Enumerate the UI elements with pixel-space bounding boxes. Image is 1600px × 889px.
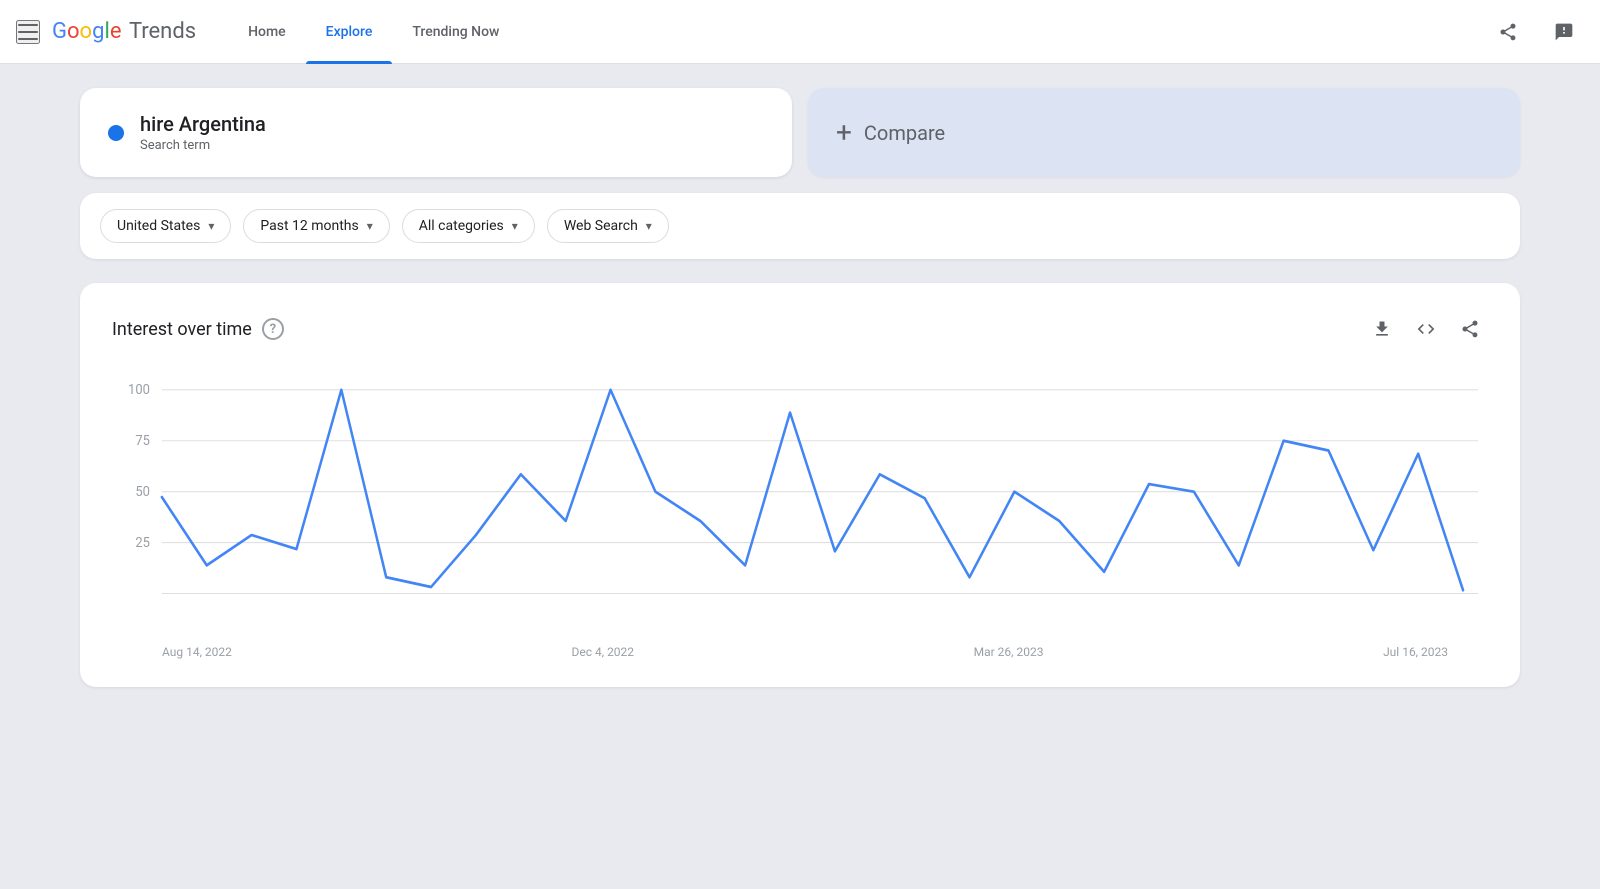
chart-card: Interest over time ? xyxy=(80,283,1520,687)
search-card: hire Argentina Search term xyxy=(80,88,792,177)
share-button[interactable] xyxy=(1488,12,1528,52)
search-type-filter-label: Web Search xyxy=(564,218,638,234)
svg-text:50: 50 xyxy=(135,484,150,501)
search-dot xyxy=(108,125,124,141)
region-chevron-icon: ▾ xyxy=(208,219,214,233)
embed-button[interactable] xyxy=(1408,311,1444,347)
chart-share-icon xyxy=(1460,319,1480,339)
compare-label-text: Compare xyxy=(864,121,945,145)
compare-card[interactable]: + Compare xyxy=(808,88,1520,177)
nav-trending[interactable]: Trending Now xyxy=(392,0,519,64)
chart-title-text: Interest over time xyxy=(112,319,252,340)
embed-icon xyxy=(1416,319,1436,339)
chart-header: Interest over time ? xyxy=(112,311,1488,347)
share-icon xyxy=(1498,22,1518,42)
search-type-chevron-icon: ▾ xyxy=(646,219,652,233)
compare-plus-icon: + xyxy=(836,119,852,147)
x-labels: Aug 14, 2022 Dec 4, 2022 Mar 26, 2023 Ju… xyxy=(112,639,1488,659)
feedback-icon xyxy=(1554,22,1574,42)
search-term-text: hire Argentina xyxy=(140,112,266,136)
download-icon xyxy=(1372,319,1392,339)
x-label-dec: Dec 4, 2022 xyxy=(571,645,634,659)
chart-container: 100 75 50 25 xyxy=(112,379,1488,639)
svg-text:75: 75 xyxy=(135,433,150,450)
main-content: hire Argentina Search term + Compare Uni… xyxy=(0,64,1600,711)
header-left: Google Trends xyxy=(16,19,196,44)
chart-share-button[interactable] xyxy=(1452,311,1488,347)
feedback-button[interactable] xyxy=(1544,12,1584,52)
category-chevron-icon: ▾ xyxy=(512,219,518,233)
nav-home[interactable]: Home xyxy=(228,0,306,64)
chart-actions xyxy=(1364,311,1488,347)
x-label-aug: Aug 14, 2022 xyxy=(162,645,232,659)
chart-svg: 100 75 50 25 xyxy=(112,379,1488,639)
header: Google Trends Home Explore Trending Now xyxy=(0,0,1600,64)
hamburger-line xyxy=(18,38,38,40)
category-filter-label: All categories xyxy=(419,218,504,234)
time-chevron-icon: ▾ xyxy=(367,219,373,233)
download-button[interactable] xyxy=(1364,311,1400,347)
chart-title-area: Interest over time ? xyxy=(112,318,284,340)
hamburger-line xyxy=(18,24,38,26)
header-right xyxy=(1488,12,1584,52)
logo-google-text: Google xyxy=(52,19,121,44)
nav-explore[interactable]: Explore xyxy=(306,0,393,64)
search-area: hire Argentina Search term + Compare xyxy=(80,88,1520,177)
search-text-area: hire Argentina Search term xyxy=(140,112,266,153)
time-filter-label: Past 12 months xyxy=(260,218,358,234)
search-type-text: Search term xyxy=(140,138,266,153)
logo: Google Trends xyxy=(52,19,196,44)
logo-trends-text: Trends xyxy=(123,19,196,44)
help-icon[interactable]: ? xyxy=(262,318,284,340)
region-filter[interactable]: United States ▾ xyxy=(100,209,231,243)
region-filter-label: United States xyxy=(117,218,200,234)
category-filter[interactable]: All categories ▾ xyxy=(402,209,535,243)
hamburger-line xyxy=(18,31,38,33)
x-label-mar: Mar 26, 2023 xyxy=(974,645,1044,659)
x-label-jul: Jul 16, 2023 xyxy=(1383,645,1448,659)
main-nav: Home Explore Trending Now xyxy=(228,0,519,64)
menu-button[interactable] xyxy=(16,20,40,44)
filter-bar: United States ▾ Past 12 months ▾ All cat… xyxy=(80,193,1520,259)
svg-text:100: 100 xyxy=(128,382,150,399)
svg-text:25: 25 xyxy=(135,534,150,551)
time-filter[interactable]: Past 12 months ▾ xyxy=(243,209,389,243)
search-type-filter[interactable]: Web Search ▾ xyxy=(547,209,669,243)
